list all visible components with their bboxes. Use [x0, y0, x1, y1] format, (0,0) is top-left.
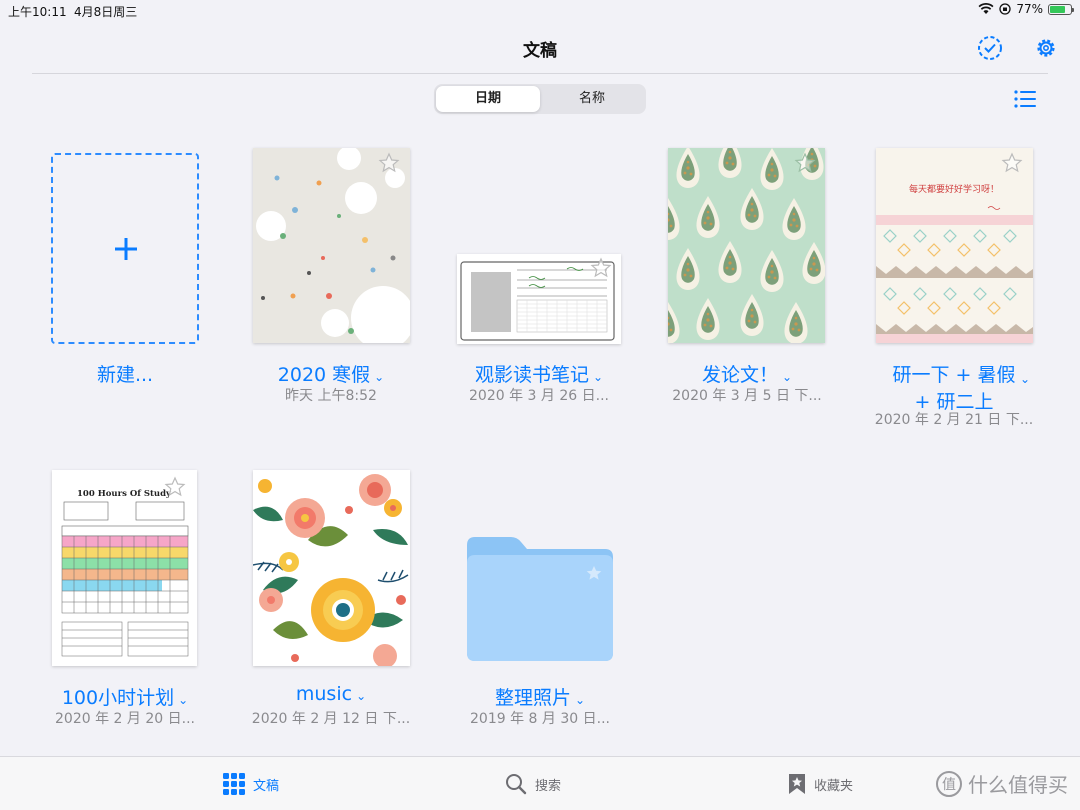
- document-thumbnail-2020-winter[interactable]: [253, 148, 410, 343]
- folder-name[interactable]: 整理照片 ⌄: [450, 683, 630, 710]
- chevron-down-icon[interactable]: ⌄: [1020, 372, 1030, 386]
- document-date: 2020 年 3 月 5 日 下...: [672, 388, 822, 404]
- thumb-title: 100 Hours Of Study: [77, 489, 172, 499]
- document-thumbnail-100-hours[interactable]: 100 Hours Of Study: [52, 470, 197, 666]
- document-date: 2020 年 2 月 21 日 下...: [874, 412, 1034, 428]
- document-thumbnail-semester[interactable]: 每天都要好好学习呀！: [876, 148, 1033, 343]
- document-date: 2020 年 2 月 20 日...: [55, 711, 195, 727]
- tab-label: 收藏夹: [814, 778, 854, 794]
- favorite-star-icon[interactable]: [164, 476, 186, 498]
- page-title: 文稿: [523, 41, 557, 61]
- bookmark-star-icon: [789, 774, 805, 794]
- nav-divider: [32, 73, 1048, 74]
- new-document-label[interactable]: 新建...: [35, 360, 215, 387]
- tab-label: 文稿: [253, 778, 280, 794]
- orientation-lock-icon: [999, 3, 1011, 15]
- new-document-button[interactable]: [51, 153, 199, 344]
- document-thumbnail-music[interactable]: [253, 470, 410, 666]
- plus-icon: [115, 238, 137, 260]
- tab-search[interactable]: 搜索: [505, 773, 561, 795]
- chevron-down-icon[interactable]: ⌄: [178, 693, 188, 707]
- watermark-text: 什么值得买: [968, 773, 1068, 797]
- document-date: 2020 年 2 月 12 日 下...: [251, 711, 411, 727]
- battery-percent: 77%: [1016, 2, 1043, 16]
- document-name[interactable]: 发论文！ ⌄: [657, 360, 837, 387]
- document-name[interactable]: 观影读书笔记 ⌄: [449, 360, 629, 387]
- document-thumbnail-paper[interactable]: [668, 148, 825, 343]
- folder-date: 2019 年 8 月 30 日...: [470, 711, 610, 727]
- document-name[interactable]: 研一下 + 暑假 + 研二上: [864, 360, 1044, 414]
- document-date: 2020 年 3 月 26 日...: [469, 388, 609, 404]
- watermark: 值 什么值得买: [936, 769, 1068, 798]
- chevron-down-icon[interactable]: ⌄: [593, 370, 603, 384]
- wifi-icon: [978, 3, 994, 14]
- search-icon: [506, 774, 527, 795]
- notes-cover-text: 每天都要好好学习呀！: [909, 183, 999, 195]
- document-name[interactable]: 100小时计划 ⌄: [35, 683, 215, 710]
- chevron-down-icon[interactable]: ⌄: [575, 693, 585, 707]
- favorite-star-icon[interactable]: [794, 152, 816, 174]
- select-check-icon[interactable]: [976, 34, 1004, 62]
- chevron-down-icon[interactable]: ⌄: [374, 370, 384, 384]
- chevron-down-icon[interactable]: ⌄: [356, 689, 366, 703]
- grid-icon: [223, 773, 245, 795]
- document-name[interactable]: 2020 寒假 ⌄: [241, 360, 421, 387]
- list-view-icon[interactable]: [1012, 88, 1038, 110]
- favorite-star-icon[interactable]: [590, 257, 612, 279]
- chevron-down-icon[interactable]: ⌄: [782, 370, 792, 384]
- nav-bar: 文稿: [0, 22, 1080, 74]
- folder-icon[interactable]: [467, 535, 613, 661]
- favorite-star-icon[interactable]: [378, 152, 400, 174]
- sort-segmented-control[interactable]: 日期 名称: [434, 84, 646, 114]
- watermark-badge: 值: [936, 770, 962, 797]
- favorite-star-icon[interactable]: [1001, 152, 1023, 174]
- document-name[interactable]: music ⌄: [241, 683, 421, 705]
- sort-by-name[interactable]: 名称: [540, 86, 644, 112]
- status-bar: 上午10:11 4月8日周三 77%: [0, 0, 1080, 22]
- tab-label: 搜索: [535, 778, 562, 794]
- tab-bar: 文稿 搜索 收藏夹 值 什么值得买: [0, 756, 1080, 810]
- tab-favorites[interactable]: 收藏夹: [788, 773, 853, 795]
- gear-icon[interactable]: [1032, 34, 1060, 62]
- status-time: 上午10:11: [8, 5, 67, 19]
- document-date: 昨天 上午8:52: [285, 388, 377, 404]
- battery-icon: [1048, 3, 1074, 15]
- tab-documents[interactable]: 文稿: [223, 773, 279, 795]
- status-date: 4月8日周三: [74, 5, 138, 19]
- sort-by-date[interactable]: 日期: [436, 86, 540, 112]
